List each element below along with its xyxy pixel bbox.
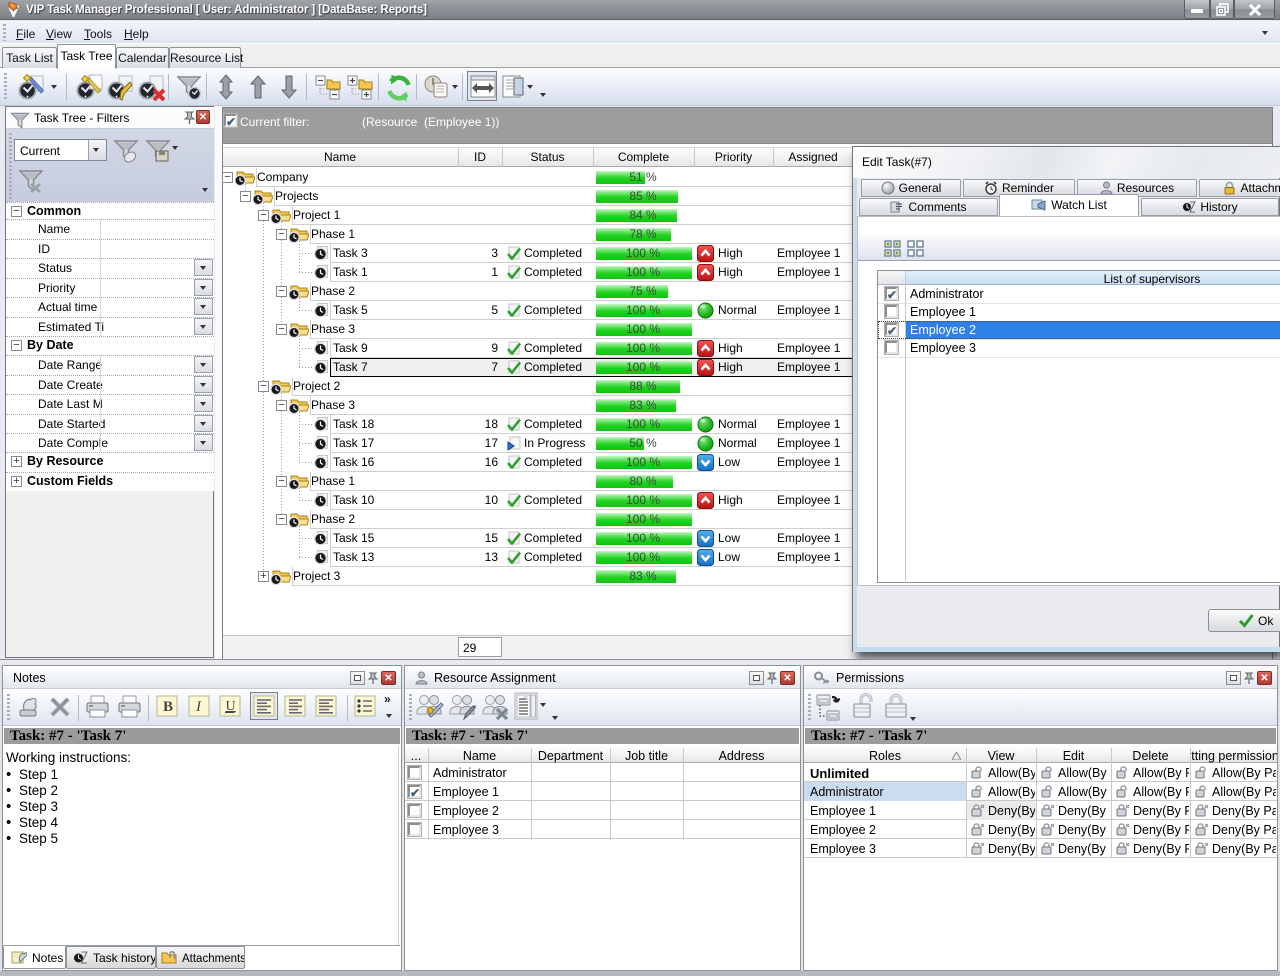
svg-text:B: B (163, 699, 173, 715)
svg-text:I: I (195, 699, 202, 715)
svg-text:U: U (226, 699, 236, 714)
